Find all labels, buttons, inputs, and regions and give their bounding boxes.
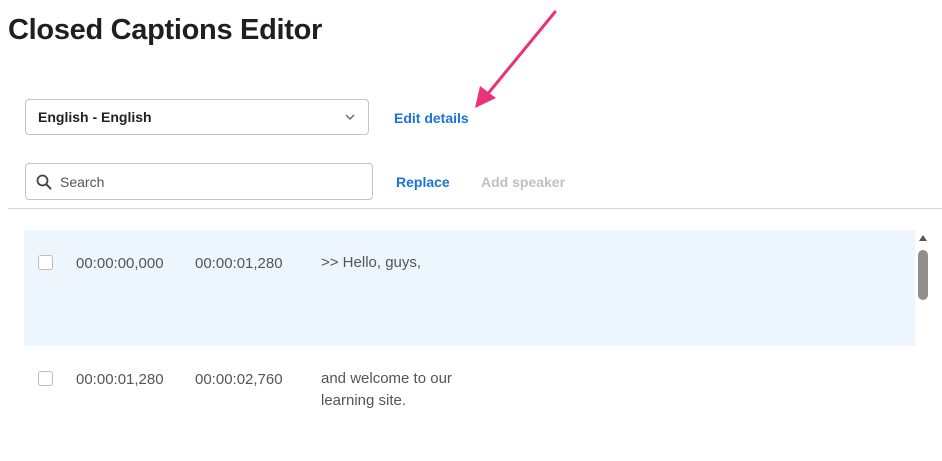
search-field[interactable] [25,163,373,200]
search-icon [36,174,52,189]
caption-start-time[interactable]: 00:00:00,000 [76,255,164,272]
scroll-up-arrow-icon[interactable] [917,233,929,243]
language-select-value: English - English [38,109,152,125]
edit-details-link[interactable]: Edit details [394,110,469,126]
page-title: Closed Captions Editor [8,14,323,46]
search-input[interactable] [58,172,352,191]
chevron-down-icon [345,114,355,120]
caption-text[interactable]: and welcome to our learning site. [321,368,501,412]
caption-text[interactable]: >> Hello, guys, [321,252,501,274]
caption-end-time[interactable]: 00:00:01,280 [195,255,283,272]
caption-checkbox[interactable] [38,371,53,386]
caption-end-time[interactable]: 00:00:02,760 [195,371,283,388]
caption-start-time[interactable]: 00:00:01,280 [76,371,164,388]
caption-checkbox[interactable] [38,255,53,270]
caption-row[interactable]: 00:00:01,280 00:00:02,760 and welcome to… [24,346,915,461]
toolbar-divider [8,208,942,209]
add-speaker-button[interactable]: Add speaker [481,174,565,190]
replace-button[interactable]: Replace [396,174,450,190]
scrollbar-thumb[interactable] [918,250,928,300]
caption-row[interactable]: 00:00:00,000 00:00:01,280 >> Hello, guys… [24,230,915,346]
language-select[interactable]: English - English [25,99,369,135]
